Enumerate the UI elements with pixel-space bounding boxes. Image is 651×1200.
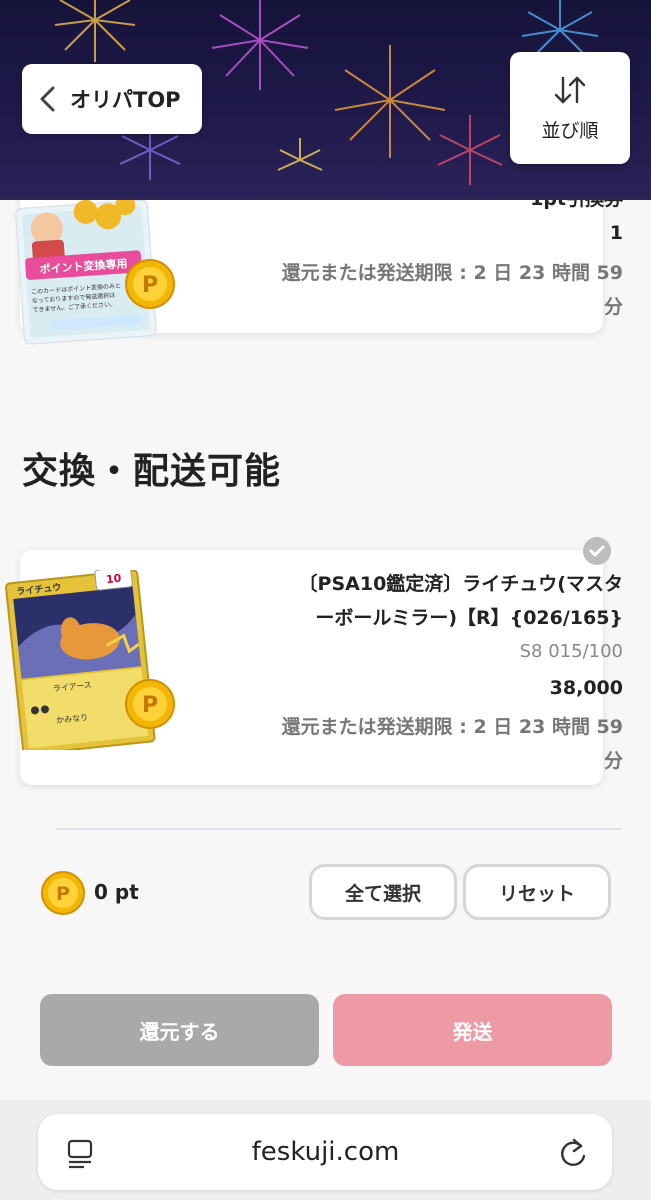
coin-icon: P: [125, 259, 175, 309]
reset-button[interactable]: リセット: [463, 864, 611, 920]
card1-deadline: 還元または発送期限 : 2 日 23 時間 59: [281, 262, 623, 284]
sort-arrows-icon: [554, 76, 586, 103]
card2-value: 38,000: [549, 677, 623, 699]
back-button-label: オリパTOP: [70, 88, 181, 112]
return-button[interactable]: 還元する: [40, 994, 319, 1066]
check-icon[interactable]: [583, 537, 611, 565]
card2-title-line1: 〔PSA10鑑定済〕ライチュウ(マスタ: [298, 573, 623, 595]
url-text: feskuji.com: [251, 1137, 400, 1167]
svg-text:P: P: [142, 693, 158, 718]
card2-deadline-unit: 分: [603, 750, 623, 772]
select-all-button[interactable]: 全て選択: [309, 864, 457, 920]
ship-button[interactable]: 発送: [333, 994, 612, 1066]
chevron-left-icon: [40, 86, 55, 112]
sort-order-button[interactable]: 並び順: [510, 52, 630, 164]
coin-icon: P: [41, 871, 85, 915]
back-to-oripa-top-button[interactable]: オリパTOP: [22, 64, 202, 134]
psa-grade-text: 10: [105, 572, 122, 587]
coin-icon: P: [125, 679, 175, 729]
svg-text:P: P: [56, 883, 70, 905]
card2-deadline: 還元または発送期限 : 2 日 23 時間 59: [281, 716, 623, 738]
card1-deadline-unit: 分: [603, 296, 623, 318]
reload-icon[interactable]: [557, 1136, 589, 1170]
sort-button-label: 並び順: [541, 119, 599, 142]
header-banner: オリパTOP 並び順: [0, 0, 651, 200]
svg-text:P: P: [142, 273, 158, 298]
card2-code: S8 015/100: [519, 641, 623, 662]
points-balance: 0 pt: [94, 880, 139, 904]
card1-value: 1: [609, 222, 623, 244]
section-title-exchange-shipping: 交換・配送可能: [22, 451, 282, 492]
divider: [55, 828, 622, 830]
card2-title-line2: ーボールミラー)【R】{026/165}: [315, 607, 623, 629]
